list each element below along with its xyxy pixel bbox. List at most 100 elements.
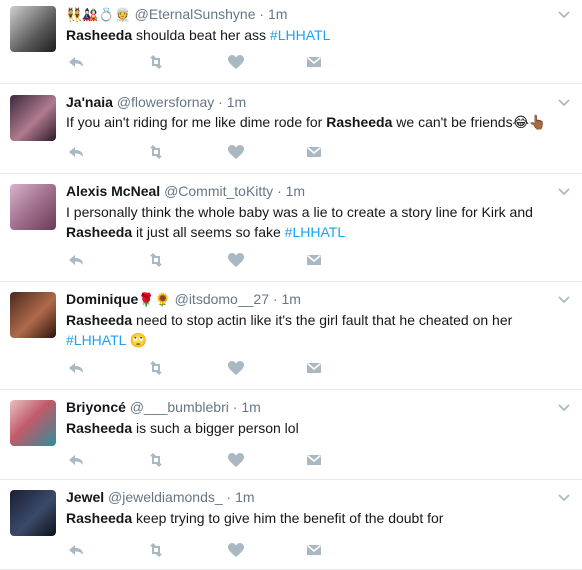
- heart-icon[interactable]: [226, 450, 246, 470]
- highlighted-keyword: Rasheeda: [66, 224, 133, 240]
- timestamp[interactable]: 1m: [241, 399, 260, 415]
- tweet-actions: [66, 250, 336, 270]
- name-emoji-badges: 🌹🌻: [138, 292, 171, 307]
- retweet-icon[interactable]: [146, 142, 166, 162]
- user-handle[interactable]: @flowersfornay: [117, 94, 214, 110]
- timestamp[interactable]: 1m: [281, 291, 300, 307]
- tweet-text: Rasheeda need to stop actin like it's th…: [66, 310, 550, 350]
- tweet-actions: [66, 52, 336, 72]
- tweet-text: Rasheeda keep trying to give him the ben…: [66, 508, 550, 528]
- separator-dot: ·: [232, 399, 238, 415]
- display-name[interactable]: Briyoncé: [66, 399, 126, 415]
- chevron-down-icon[interactable]: [558, 293, 570, 305]
- user-handle[interactable]: @Commit_toKitty: [164, 183, 273, 199]
- tweet[interactable]: 👯🎎💍👳 @EternalSunshyne · 1m Rasheeda shoul…: [0, 0, 582, 84]
- hashtag-link[interactable]: #LHHATL: [270, 27, 330, 43]
- heart-icon[interactable]: [226, 250, 246, 270]
- retweet-icon[interactable]: [146, 540, 166, 560]
- tweet-text: Rasheeda is such a bigger person lol: [66, 418, 550, 438]
- retweet-icon[interactable]: [146, 250, 166, 270]
- display-name[interactable]: Jewel: [66, 489, 104, 505]
- tweet-text-segment: it just all seems so fake: [132, 224, 285, 240]
- hashtag-link[interactable]: #LHHATL: [66, 332, 126, 348]
- display-name[interactable]: Ja'naia: [66, 94, 113, 110]
- heart-icon[interactable]: [226, 358, 246, 378]
- reply-icon[interactable]: [66, 358, 86, 378]
- highlighted-keyword: Rasheeda: [66, 420, 133, 436]
- name-emoji-badges: 👯🎎💍👳: [66, 7, 131, 22]
- reply-icon[interactable]: [66, 52, 86, 72]
- avatar[interactable]: [10, 292, 56, 338]
- retweet-icon[interactable]: [146, 358, 166, 378]
- tweet-text-segment: If you ain't riding for me like dime rod…: [66, 114, 327, 130]
- tweet[interactable]: Briyoncé @___bumblebri · 1m Rasheeda is s…: [0, 390, 582, 480]
- separator-dot: ·: [272, 291, 278, 307]
- tweet-header: Jewel @jeweldiamonds_ · 1m: [66, 488, 255, 506]
- avatar[interactable]: [10, 95, 56, 141]
- tweet-actions: [66, 540, 336, 560]
- heart-icon[interactable]: [226, 52, 246, 72]
- tweet-text-segment: 🙄: [125, 332, 148, 348]
- envelope-icon[interactable]: [304, 52, 324, 72]
- avatar[interactable]: [10, 6, 56, 52]
- retweet-icon[interactable]: [146, 450, 166, 470]
- reply-icon[interactable]: [66, 250, 86, 270]
- tweet-header: Briyoncé @___bumblebri · 1m: [66, 398, 261, 416]
- tweet-actions: [66, 358, 336, 378]
- chevron-down-icon[interactable]: [558, 8, 570, 20]
- chevron-down-icon[interactable]: [558, 185, 570, 197]
- chevron-down-icon[interactable]: [558, 491, 570, 503]
- tweet-header: Alexis McNeal @Commit_toKitty · 1m: [66, 182, 305, 200]
- highlighted-keyword: Rasheeda: [66, 510, 133, 526]
- tweet-text-segment: 😂👆🏾: [512, 114, 547, 130]
- retweet-icon[interactable]: [146, 52, 166, 72]
- tweet-text: I personally think the whole baby was a …: [66, 202, 550, 242]
- hashtag-link[interactable]: #LHHATL: [285, 224, 345, 240]
- avatar[interactable]: [10, 184, 56, 230]
- tweet-text-segment: is such a bigger person lol: [132, 420, 299, 436]
- display-name[interactable]: Dominique: [66, 291, 138, 307]
- reply-icon[interactable]: [66, 142, 86, 162]
- chevron-down-icon[interactable]: [558, 401, 570, 413]
- highlighted-keyword: Rasheeda: [326, 114, 393, 130]
- tweet[interactable]: Jewel @jeweldiamonds_ · 1m Rasheeda keep …: [0, 480, 582, 570]
- reply-icon[interactable]: [66, 540, 86, 560]
- heart-icon[interactable]: [226, 142, 246, 162]
- user-handle[interactable]: @itsdomo__27: [175, 291, 269, 307]
- tweet-text: Rasheeda shoulda beat her ass #LHHATL: [66, 25, 550, 45]
- timestamp[interactable]: 1m: [227, 94, 246, 110]
- chevron-down-icon[interactable]: [558, 96, 570, 108]
- envelope-icon[interactable]: [304, 540, 324, 560]
- separator-dot: ·: [277, 183, 282, 199]
- tweet-actions: [66, 450, 336, 470]
- timestamp[interactable]: 1m: [235, 489, 254, 505]
- tweet[interactable]: Dominique🌹🌻 @itsdomo__27 · 1m Rasheeda ne…: [0, 282, 582, 390]
- tweet-text-segment: we can't be friends: [392, 114, 513, 130]
- reply-icon[interactable]: [66, 450, 86, 470]
- timestamp[interactable]: 1m: [268, 6, 287, 22]
- user-handle[interactable]: @EternalSunshyne: [135, 6, 256, 22]
- separator-dot: ·: [259, 6, 265, 22]
- avatar[interactable]: [10, 400, 56, 446]
- tweet-text-segment: shoulda beat her ass: [132, 27, 270, 43]
- tweet[interactable]: Ja'naia @flowersfornay · 1m If you ain't …: [0, 84, 582, 174]
- avatar[interactable]: [10, 490, 56, 536]
- envelope-icon[interactable]: [304, 250, 324, 270]
- highlighted-keyword: Rasheeda: [66, 312, 133, 328]
- heart-icon[interactable]: [226, 540, 246, 560]
- separator-dot: ·: [226, 489, 232, 505]
- display-name[interactable]: Alexis McNeal: [66, 183, 160, 199]
- tweet-header: Ja'naia @flowersfornay · 1m: [66, 93, 246, 111]
- tweet-header: Dominique🌹🌻 @itsdomo__27 · 1m: [66, 290, 301, 309]
- envelope-icon[interactable]: [304, 142, 324, 162]
- separator-dot: ·: [218, 94, 223, 110]
- envelope-icon[interactable]: [304, 358, 324, 378]
- envelope-icon[interactable]: [304, 450, 324, 470]
- user-handle[interactable]: @___bumblebri: [130, 399, 229, 415]
- tweet[interactable]: Alexis McNeal @Commit_toKitty · 1m I pers…: [0, 174, 582, 282]
- tweet-actions: [66, 142, 336, 162]
- timestamp[interactable]: 1m: [286, 183, 305, 199]
- tweet-text-segment: need to stop actin like it's the girl fa…: [132, 312, 513, 328]
- user-handle[interactable]: @jeweldiamonds_: [108, 489, 223, 505]
- tweet-text-segment: I personally think the whole baby was a …: [66, 204, 533, 220]
